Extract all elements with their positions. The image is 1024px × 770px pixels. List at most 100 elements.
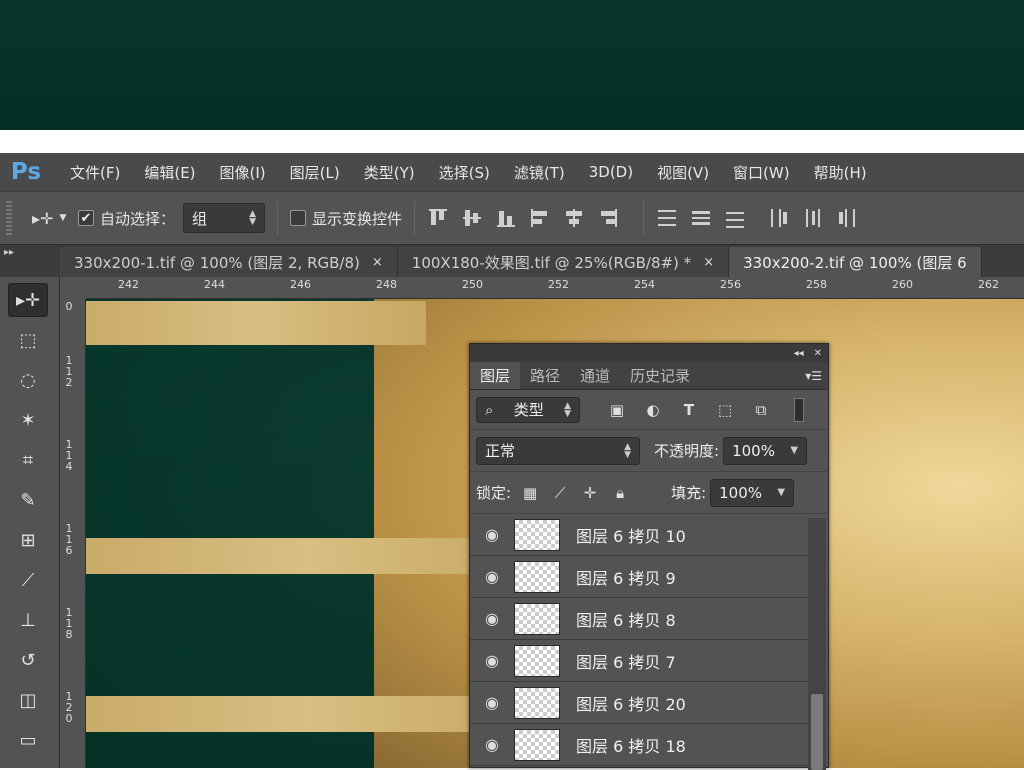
menu-type[interactable]: 类型(Y) [364,162,415,183]
distribute-left-icon[interactable] [768,207,790,229]
image-filter-icon[interactable]: ▣ [606,399,628,421]
gradient-tool-button[interactable]: ▭ [8,723,48,757]
distribute-vcenter-icon[interactable] [690,207,712,229]
magic-wand-tool-button[interactable]: ✶ [8,403,48,437]
lock-pixels-icon[interactable]: ⟋ [549,482,571,504]
visibility-eye-icon[interactable]: ◉ [470,609,514,628]
menu-filter[interactable]: 滤镜(T) [514,162,565,183]
adjustment-filter-icon[interactable]: ◐ [642,399,664,421]
layer-row[interactable]: ◉ 图层 6 拷贝 8 [470,598,808,640]
menu-select[interactable]: 选择(S) [439,162,490,183]
marquee-tool-button[interactable]: ⬚ [8,323,48,357]
shape-filter-icon[interactable]: ⬚ [714,399,736,421]
toolbox-header[interactable]: ▸▸ [0,245,60,277]
visibility-eye-icon[interactable]: ◉ [470,735,514,754]
white-divider [0,130,1024,153]
layer-row[interactable]: ◉ 图层 6 拷贝 20 [470,682,808,724]
ruler-label: 250 [462,278,483,291]
clone-stamp-icon: ⊥ [20,609,36,631]
layer-row[interactable]: ◉ 图层 6 拷贝 9 [470,556,808,598]
close-icon[interactable]: ✕ [814,348,822,359]
ruler-label: 1 1 2 [65,354,73,389]
distribute-hcenter-icon[interactable] [802,207,824,229]
smart-object-filter-icon[interactable]: ⧉ [750,399,772,421]
layer-name: 图层 6 拷贝 8 [576,610,676,630]
ruler-label: 0 [65,300,73,313]
blend-mode-dropdown[interactable]: 正常 ▲ ▼ [476,436,640,465]
layer-row[interactable]: ◉ 图层 6 拷贝 10 [470,514,808,556]
crop-tool-button[interactable]: ⌗ [8,443,48,477]
layers-panel: ◂◂ ✕ 图层 路径 通道 历史记录 ▾☰ ⌕ 类型 ▲ ▼ ▣ ◐ T ⬚ ⧉ … [469,343,829,770]
filter-type-dropdown[interactable]: ⌕ 类型 ▲ ▼ [476,396,580,423]
doc-tab-1[interactable]: 330x200-1.tif @ 100% (图层 2, RGB/8) × [60,247,398,277]
lasso-tool-button[interactable]: ◌ [8,363,48,397]
filter-toggle-switch[interactable] [794,397,804,422]
stamp-tool-button[interactable]: ⊥ [8,603,48,637]
menu-layer[interactable]: 图层(L) [290,162,340,183]
doc-tab-3-active[interactable]: 330x200-2.tif @ 100% (图层 6 [729,247,982,277]
layer-name: 图层 6 拷贝 20 [576,694,686,714]
close-icon[interactable]: × [703,255,714,270]
collapse-icon[interactable]: ◂◂ [794,348,804,359]
ruler-label: 258 [806,278,827,291]
menu-view[interactable]: 视图(V) [657,162,709,183]
scrollbar-thumb[interactable] [811,694,823,770]
align-hcenter-icon[interactable] [563,207,585,229]
history-brush-tool-button[interactable]: ↺ [8,643,48,677]
magic-wand-icon: ✶ [20,409,36,431]
panel-menu-icon[interactable]: ▾☰ [805,362,828,389]
align-right-icon[interactable] [597,207,619,229]
eraser-tool-button[interactable]: ◫ [8,683,48,717]
layer-list-scrollbar[interactable] [808,518,826,770]
ruler-label: 256 [720,278,741,291]
visibility-eye-icon[interactable]: ◉ [470,651,514,670]
lock-position-icon[interactable]: ✛ [579,482,601,504]
tab-layers[interactable]: 图层 [470,362,521,389]
align-top-icon[interactable] [427,207,449,229]
type-filter-icon[interactable]: T [678,399,700,421]
ruler-origin[interactable] [60,277,86,299]
distribute-right-icon[interactable] [836,207,858,229]
distribute-top-icon[interactable] [656,207,678,229]
menu-edit[interactable]: 编辑(E) [144,162,195,183]
tab-history[interactable]: 历史记录 [620,362,700,389]
visibility-eye-icon[interactable]: ◉ [470,693,514,712]
opacity-field[interactable]: 100% ▼ [723,436,808,465]
move-tool-button[interactable]: ▸✛ [8,283,48,317]
horizontal-ruler[interactable]: 242 244 246 248 250 252 254 256 258 260 … [86,277,1024,299]
eyedropper-tool-button[interactable]: ✎ [8,483,48,517]
options-grip[interactable] [6,201,12,235]
align-vcenter-icon[interactable] [461,207,483,229]
menu-window[interactable]: 窗口(W) [733,162,790,183]
lock-transparent-icon[interactable]: ▦ [519,482,541,504]
doc-tab-label: 330x200-1.tif @ 100% (图层 2, RGB/8) [74,253,360,272]
options-bar: ▸✛ ▼ ✔ 自动选择： 组 ▲ ▼ 显示变换控件 [0,191,1024,245]
visibility-eye-icon[interactable]: ◉ [470,567,514,586]
close-icon[interactable]: × [372,255,383,270]
healing-tool-button[interactable]: ⊞ [8,523,48,557]
fill-field[interactable]: 100% ▼ [710,478,795,507]
tab-paths[interactable]: 路径 [520,362,570,389]
auto-select-checkbox[interactable]: ✔ [78,210,94,226]
menu-file[interactable]: 文件(F) [70,162,120,183]
show-transform-checkbox[interactable] [290,210,307,226]
menu-image[interactable]: 图像(I) [220,162,266,183]
auto-select-dropdown[interactable]: 组 ▲ ▼ [183,203,266,233]
lock-all-icon[interactable]: 🔒︎ [609,482,631,504]
menu-3d[interactable]: 3D(D) [589,163,633,181]
panel-header: ◂◂ ✕ [470,344,828,362]
tab-channels[interactable]: 通道 [570,362,620,389]
align-bottom-icon[interactable] [495,207,517,229]
doc-tab-2[interactable]: 100X180-效果图.tif @ 25%(RGB/8#) * × [397,247,730,277]
layer-thumbnail [514,728,560,761]
layer-row[interactable]: ◉ 图层 6 拷贝 7 [470,640,808,682]
visibility-eye-icon[interactable]: ◉ [470,525,514,544]
tool-preset-picker[interactable]: ▸✛ ▼ [32,209,78,228]
brush-tool-button[interactable]: ⟋ [8,563,48,597]
lock-row: 锁定: ▦ ⟋ ✛ 🔒︎ 填充: 100% ▼ [470,472,828,514]
distribute-bottom-icon[interactable] [724,207,746,229]
menu-help[interactable]: 帮助(H) [814,162,867,183]
vertical-ruler[interactable]: 0 1 1 2 1 1 4 1 1 6 1 1 8 1 2 0 [60,299,86,768]
layer-row[interactable]: ◉ 图层 6 拷贝 18 [470,724,808,766]
align-left-icon[interactable] [529,207,551,229]
